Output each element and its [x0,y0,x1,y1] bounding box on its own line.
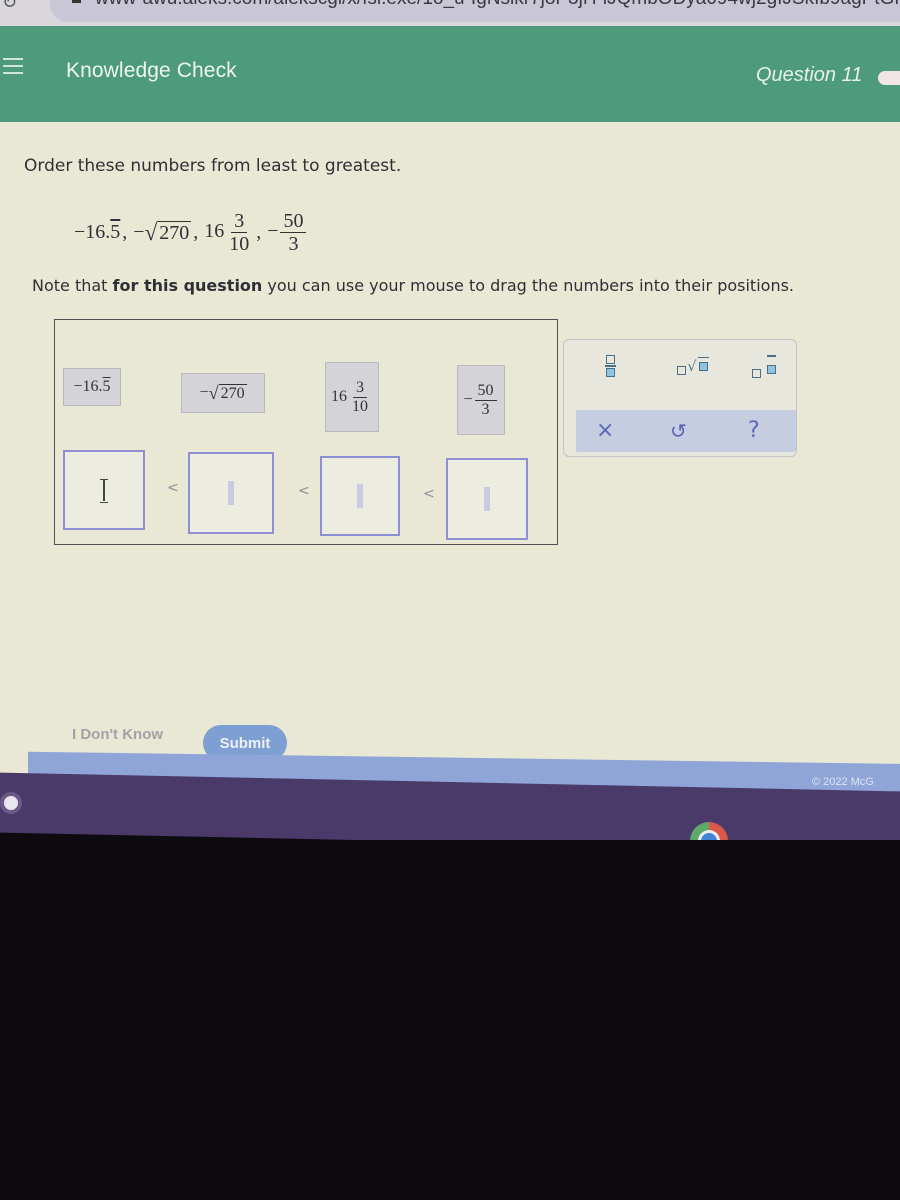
help-icon[interactable]: ? [748,416,760,446]
drag-drop-workspace: −16. 5 − √ 270 16 3 10 −50 3 < < < [54,319,558,545]
copyright-text: © 2022 McG [812,776,874,788]
hamburger-menu-icon[interactable] [3,58,23,76]
answer-slot-4[interactable] [446,458,528,540]
page-title: Knowledge Check [66,59,237,82]
answer-slot-3[interactable] [320,456,400,536]
math-palette: √ × ↺ ? [563,339,797,457]
number-repeating-decimal: −16.5 [74,220,121,243]
numbers-to-order: −16.5, − √ 270, 16 3 10, −50 3 [74,202,308,262]
repeating-decimal-button[interactable] [734,350,794,382]
mixed-square-root-button[interactable]: √ [658,350,728,382]
answer-slot-2[interactable] [188,452,274,534]
draggable-tile-repeating-decimal[interactable]: −16. 5 [63,368,121,406]
dont-know-button[interactable]: I Don't Know [72,726,163,743]
repeating-decimal-icon [752,354,776,378]
number-mixed-fraction: 16 3 10 [204,209,250,255]
screen-bezel [0,840,900,1200]
less-than-symbol: < [423,486,435,502]
instruction-note: Note that for this question you can use … [32,276,794,295]
undo-icon[interactable]: ↺ [670,416,687,446]
fraction-icon [604,355,616,377]
lock-icon [72,0,81,4]
aleks-page: Knowledge Check Question 11 Order these … [0,26,900,797]
input-caret [357,484,363,508]
number-negative-square-root: − √ 270 [133,219,192,245]
progress-indicator [878,71,900,85]
launcher-icon[interactable] [4,796,18,810]
draggable-tile-mixed-fraction[interactable]: 16 3 10 [325,362,379,432]
input-caret [484,487,490,511]
square-root-icon: √ [676,357,710,375]
question-prompt: Order these numbers from least to greate… [24,156,402,176]
url-field[interactable]: www-awu.aleks.com/alekscgi/x/Isl.exe/1o_… [50,0,900,22]
fraction-button[interactable] [590,350,630,382]
input-caret [228,481,234,505]
draggable-tile-square-root[interactable]: − √ 270 [181,373,265,413]
text-cursor-icon [100,479,108,503]
palette-actions: × ↺ ? [576,410,796,452]
question-number: Question 11 [756,64,863,86]
reload-icon[interactable]: ↻ [2,0,17,13]
less-than-symbol: < [167,480,179,496]
clear-icon[interactable]: × [596,416,614,446]
answer-slot-1[interactable] [63,450,145,530]
browser-address-bar: ↻ www-awu.aleks.com/alekscgi/x/Isl.exe/1… [0,0,900,26]
draggable-tile-negative-fraction[interactable]: −50 3 [457,365,505,435]
number-negative-fraction: −50 3 [267,210,308,255]
header-bar: Knowledge Check Question 11 [0,26,900,122]
url-text: www-awu.aleks.com/alekscgi/x/Isl.exe/1o_… [95,0,900,9]
less-than-symbol: < [298,483,310,499]
